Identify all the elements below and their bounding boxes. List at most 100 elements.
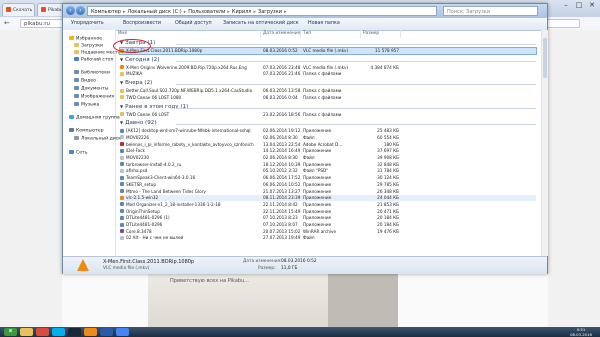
maximize-button[interactable]: □ (573, 1, 585, 10)
sidebar-item[interactable]: Домашняя группа (69, 115, 120, 121)
file-row[interactable]: torbrowser-install-4.0.2_ru 18.12.2014 10… (120, 162, 536, 168)
sidebar-item[interactable]: Компьютер (69, 128, 104, 134)
file-size: 20 184 КБ (377, 222, 399, 227)
steam-taskbar-icon[interactable] (68, 328, 81, 336)
file-row[interactable]: Better.Call.Saul.S02.720p.NF.WEBRip.DD5.… (120, 88, 536, 94)
vlc-cone-icon (77, 259, 89, 271)
start-button[interactable]: ⊞ (4, 328, 17, 336)
file-row[interactable]: afisha.psd 05.10.2012 3:32 Файл "PSD" 31 78… (120, 168, 536, 174)
folder-icon (74, 50, 79, 54)
column-header[interactable]: Тип (301, 30, 361, 38)
sidebar-item[interactable]: Изображения (74, 94, 114, 100)
breadcrumb-separator-icon: ▸ (183, 9, 187, 15)
toolbar-button[interactable]: Упорядочить (71, 21, 104, 26)
taskbar-clock[interactable]: 0:51 08.03.2016 (566, 327, 596, 337)
browser-taskbar-icon[interactable] (116, 328, 129, 336)
vlc-taskbar-icon[interactable] (84, 328, 97, 336)
vlc-icon (120, 65, 124, 70)
file-row[interactable]: X-Men.First.Class.2011.BDRip.1080p 08.03.… (119, 47, 537, 55)
group-header[interactable]: ▼ Сегодня (2) (120, 57, 159, 63)
file-row[interactable]: MOV02230 02.06.2014 8:30 Файл 39 908 КБ (120, 155, 536, 161)
sidebar-item[interactable]: Сеть (69, 150, 87, 156)
close-window-button[interactable]: ✕ (586, 1, 598, 10)
search-input[interactable]: Поиск: Загрузки (443, 6, 538, 16)
file-name-cell: belenos_i_pi_informe_raboty_v_kontakte_a… (120, 142, 260, 148)
sidebar-item[interactable]: Недавние места (74, 50, 121, 56)
file-row[interactable]: belenos_i_pi_informe_raboty_v_kontakte_a… (120, 142, 536, 148)
breadcrumb-item[interactable]: Локальный диск (C:) (127, 9, 181, 15)
file-type: Файл (303, 155, 315, 160)
scrollbar-thumb[interactable] (543, 38, 547, 78)
sidebar-item[interactable]: Локальный диск (74, 136, 121, 142)
file-row[interactable]: Mod Organizer-v1_2_18-installer-1336-1-2… (120, 202, 536, 208)
skype-taskbar-icon[interactable] (52, 328, 65, 336)
clock-date: 08.03.2016 (570, 332, 592, 337)
file-name-cell: OriginThinSetup (120, 209, 260, 215)
app-icon (120, 215, 124, 220)
file-row[interactable]: 02 Alt - Ни с чем не вылей 27.07.2013 19:… (120, 235, 536, 241)
toolbar-button[interactable]: Общий доступ (175, 21, 212, 26)
file-row[interactable]: TeamSpeak3-Client-win64-3.0.16 06.06.2014… (120, 175, 536, 181)
folder-icon (120, 112, 124, 116)
file-row[interactable]: MUZIKA 07.03.2016 21:46 Папка с файлами (120, 71, 536, 77)
sidebar-item[interactable]: Документы (74, 86, 109, 92)
file-name-cell: 02 Alt - Ни с чем не вылей (120, 235, 260, 241)
file-row[interactable]: vlc-2.1.5-win32 08.11.2014 23:39 Приложени… (120, 195, 536, 202)
sidebar-item[interactable]: Музыка (74, 102, 99, 108)
file-row[interactable]: Core.8.3478 20.07.2013 15:02 WinRAR archiv… (120, 229, 536, 235)
sidebar-item-label: Музыка (81, 102, 100, 108)
breadcrumb-item[interactable]: Компьютер (91, 9, 121, 15)
group-header[interactable]: ▼ Давно (92) (120, 120, 157, 126)
file-name: torbrowser-install-4.0.2_ru (126, 161, 182, 167)
sidebar-item[interactable]: Избранное (69, 36, 102, 42)
column-header[interactable]: Дата изменения (261, 30, 301, 38)
chrome-taskbar-icon[interactable] (36, 328, 49, 336)
file-row[interactable]: Mtmo - The Land Between Tides Glory 21.07… (120, 189, 536, 195)
file-row[interactable]: MOV02226 02.06.2014 8:30 Файл 60 554 КБ (120, 135, 536, 141)
breadcrumb-separator-icon: ▸ (253, 9, 257, 15)
file-row[interactable]: TWD Свеан 06 LOST 23.02.2016 18:56 Папка с… (120, 112, 536, 118)
toolbar-button[interactable]: Воспроизвести (123, 21, 161, 26)
back-icon[interactable]: ← (4, 19, 10, 27)
file-row[interactable]: DTLite4481-0296 07.10.2013 8:07 Приложение… (120, 222, 536, 228)
sidebar-item[interactable]: Библиотеки (74, 70, 110, 76)
file-row[interactable]: SKETSR_setup 06.06.2014 10:52 Приложение 29… (120, 182, 536, 188)
breadcrumb[interactable]: Компьютер ▸ Локальный диск (C:) ▸ Пользовате… (87, 6, 437, 16)
toolbar-button[interactable]: Записать на оптический диск (223, 21, 299, 26)
group-title: Давно (92) (125, 120, 157, 127)
browser-tab[interactable]: Скачать кино ... (2, 3, 35, 16)
explorer-taskbar-icon[interactable] (20, 328, 33, 336)
sidebar-item[interactable]: Рабочий стол (74, 57, 113, 63)
column-header[interactable]: Размер (361, 30, 401, 38)
breadcrumb-separator-icon: ▸ (122, 9, 126, 15)
sidebar-item[interactable]: Загрузки (74, 43, 103, 49)
breadcrumb-item[interactable]: Кирилл (232, 9, 252, 15)
file-list: Имя Дата изменения Тип Размер ▼ Завтра (1) X-M… (116, 30, 541, 256)
app-icon (120, 128, 124, 133)
column-header[interactable]: Имя (116, 30, 261, 38)
sidebar-item-label: Недавние места (81, 50, 121, 56)
breadcrumb-item[interactable]: Пользователи (188, 9, 225, 15)
forward-arrow-icon[interactable]: › (76, 6, 85, 15)
file-icon (120, 135, 124, 140)
back-arrow-icon[interactable]: ‹ (66, 6, 75, 15)
toolbar-button[interactable]: Новая папка (308, 21, 340, 26)
file-row[interactable]: TWD Свеан 06 LOST 1080 06.03.2016 0:04 Пап… (120, 95, 536, 101)
app-icon (120, 148, 124, 153)
group-header[interactable]: ▼ Вчера (2) (120, 80, 152, 86)
group-header[interactable]: ▼ Ранее в этом году (1) (120, 104, 188, 110)
photoshop-taskbar-icon[interactable] (100, 328, 113, 336)
breadcrumb-item[interactable]: Загрузки (258, 9, 282, 15)
minimize-button[interactable]: – (560, 1, 572, 10)
file-icon (120, 168, 124, 173)
sidebar-item[interactable]: Видео (74, 78, 96, 84)
file-type: Папка с файлами (303, 71, 342, 77)
file-row[interactable]: iDel-Fack 14.12.2014 16:49 Приложение 37 69… (120, 148, 536, 154)
file-type: Приложение (303, 148, 332, 154)
file-row[interactable]: X-Men Origins Wolverine.2009.BD.Rip.720p… (120, 65, 536, 71)
file-size: 31 784 КБ (377, 168, 399, 174)
vertical-scrollbar[interactable] (541, 30, 548, 256)
file-row[interactable]: DTLite4481-0296 (1) 07.10.2013 8:23 Прилож… (120, 215, 536, 221)
file-row[interactable]: [AK12] desktop-wrd-sm7-winrube-Nfebk-int… (120, 128, 536, 134)
file-row[interactable]: OriginThinSetup 22.11.2014 15:49 Приложени… (120, 209, 536, 215)
